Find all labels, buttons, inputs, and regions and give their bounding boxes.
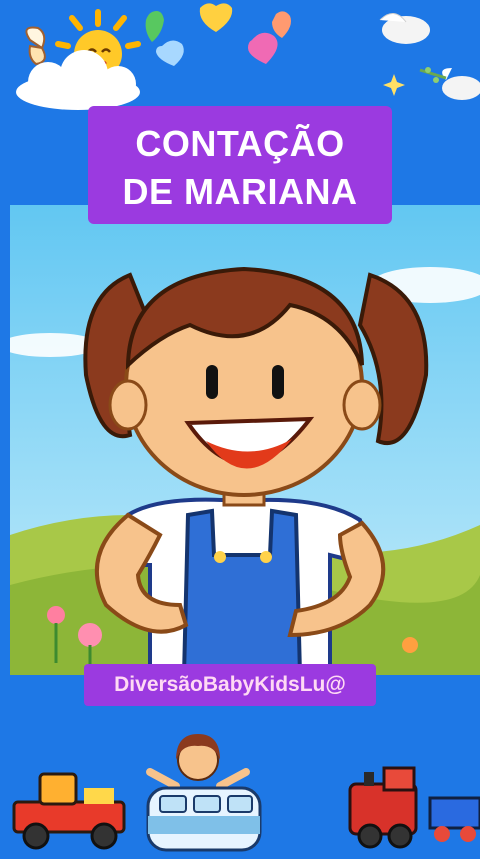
sparkle-icon	[383, 67, 447, 96]
truck-icon	[12, 772, 126, 850]
cartoon-girl-illustration	[10, 205, 480, 675]
channel-handle[interactable]: DiversãoBabyKidsLu@	[84, 664, 376, 706]
butterfly-icon	[25, 26, 46, 66]
train-icon	[348, 766, 480, 849]
video-frame[interactable]	[10, 205, 480, 675]
decor-top	[0, 0, 480, 110]
girl-sticker-icon	[146, 734, 250, 790]
decor-bottom	[0, 724, 480, 854]
title-line-2: DE MARIANA	[122, 171, 358, 212]
title-line-1: CONTAÇÃO	[135, 123, 345, 164]
heart-icon	[145, 3, 291, 66]
title-banner: CONTAÇÃO DE MARIANA	[88, 106, 392, 224]
van-icon	[146, 786, 262, 852]
